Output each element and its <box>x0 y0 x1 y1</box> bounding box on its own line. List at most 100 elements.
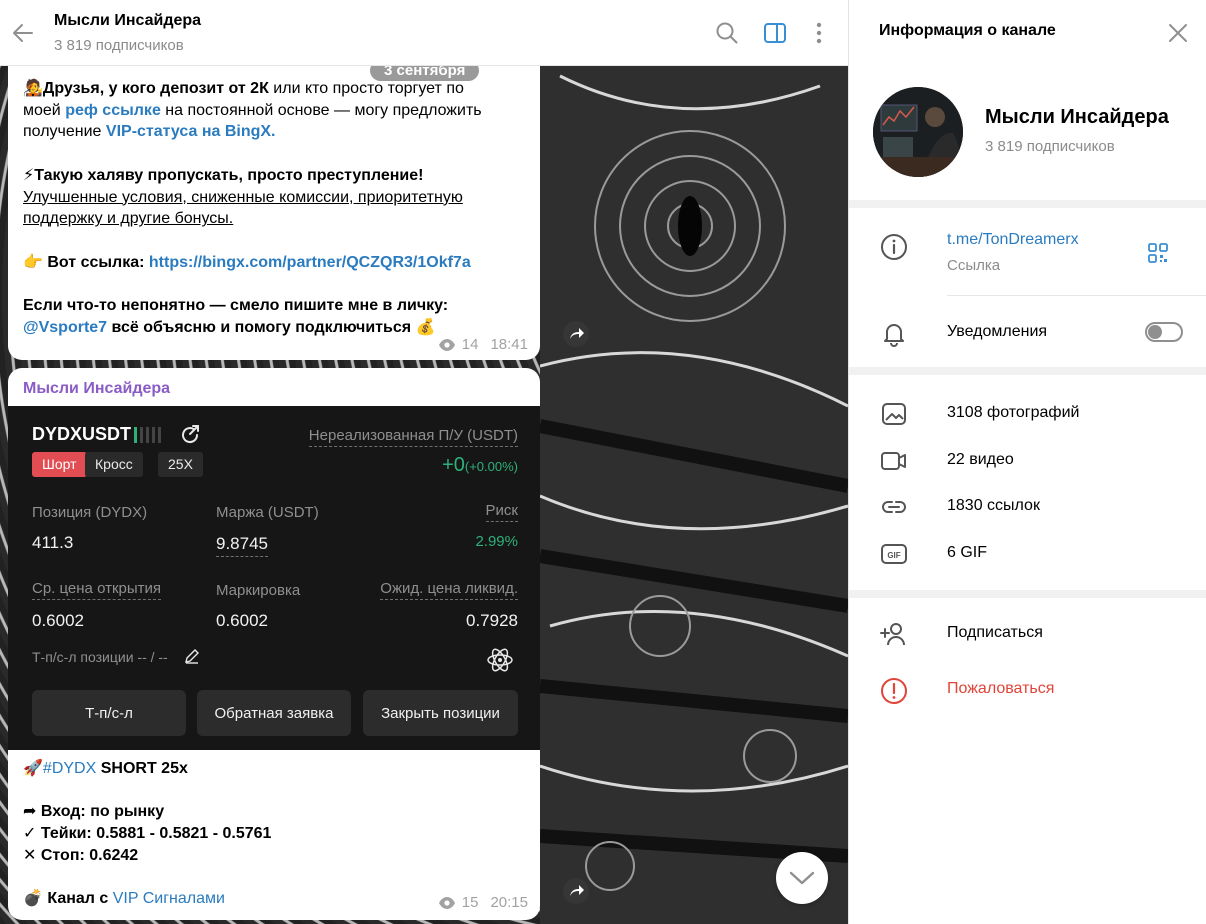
message-text: поддержку и другие бонусы. <box>23 210 234 228</box>
margin-value: 9.8745 <box>216 534 268 557</box>
message-text: моей <box>23 101 66 119</box>
scroll-down-button[interactable] <box>776 852 828 904</box>
pnl-label: Нереализованная П/У (USDT) <box>308 427 518 447</box>
chat-title[interactable]: Мысли Инсайдера <box>54 12 201 30</box>
leverage-tag: 25X <box>158 452 203 477</box>
edit-icon[interactable] <box>184 648 200 664</box>
message-meta: 15 20:15 <box>438 894 528 911</box>
back-arrow-icon[interactable] <box>10 20 36 46</box>
date-pill: 3 сентября <box>370 66 480 81</box>
gif-icon: GIF <box>881 544 907 564</box>
open-price-value: 0.6002 <box>32 611 84 630</box>
hashtag-link[interactable]: #DYDX <box>43 760 96 777</box>
short-tag: Шорт <box>32 452 87 477</box>
message-bubble[interactable]: Мысли Инсайдера 3 сентября 🧑‍🎤Друзья, у … <box>8 66 540 360</box>
risk-label: Риск <box>485 502 518 522</box>
takes-text: Тейки: 0.5881 - 0.5821 - 0.5761 <box>40 825 272 843</box>
tpsl-text: Т-п/с-л позиции -- / -- <box>32 649 168 665</box>
telegram-window: Мысли Инсайдера 3 819 подписчиков 3 сент… <box>0 0 1206 924</box>
photo-icon <box>882 403 906 425</box>
lightning-icon: ⚡ <box>23 166 35 184</box>
bomb-icon: 💣 <box>23 890 43 908</box>
message-text: получение <box>23 123 106 141</box>
links-count[interactable]: 1830 ссылок <box>947 497 1040 515</box>
vip-link[interactable]: VIP-статуса на BingX. <box>106 123 276 140</box>
add-user-icon <box>880 623 905 646</box>
chat-area[interactable]: Мысли Инсайдера 3 сентября 🧑‍🎤Друзья, у … <box>0 66 848 924</box>
risk-value: 2.99% <box>475 533 518 550</box>
mark-price-value: 0.6002 <box>216 611 268 630</box>
share-icon[interactable] <box>179 424 201 446</box>
mark-price-label: Маркировка <box>216 582 301 599</box>
check-circle-icon: ✓ <box>23 825 37 843</box>
info-icon <box>881 234 907 260</box>
message-text: Канал с <box>47 890 113 908</box>
more-vertical-icon[interactable] <box>806 20 832 46</box>
cross-circle-icon: ✕ <box>23 846 37 864</box>
position-label: Позиция (DYDX) <box>32 504 148 521</box>
message-text: или кто просто торгует по <box>268 80 464 97</box>
ref-link[interactable]: реф ссылке <box>65 102 161 119</box>
link-caption: Ссылка <box>947 257 1001 274</box>
message-text: Друзья, у кого депозит от 2К <box>42 80 269 97</box>
cross-tag: Кросс <box>85 452 143 477</box>
divider <box>849 367 1206 375</box>
notifications-toggle[interactable] <box>1145 322 1183 342</box>
video-icon <box>881 452 906 470</box>
liq-price-value: 0.7928 <box>466 611 518 630</box>
trade-screenshot[interactable]: DYDXUSDT Шорт Кросс 25X Нереализованная … <box>8 406 540 750</box>
emoji-icon: 🧑‍🎤 <box>23 80 43 97</box>
forward-icon[interactable] <box>563 321 589 347</box>
message-meta: 14 18:41 <box>438 336 528 353</box>
report-button[interactable]: Пожаловаться <box>947 680 1054 698</box>
tpsl-button[interactable]: Т-п/с-л <box>32 690 186 736</box>
view-count: 15 <box>461 894 479 911</box>
reverse-order-button[interactable]: Обратная заявка <box>197 690 351 736</box>
eye-icon <box>438 338 455 351</box>
sender-name[interactable]: Мысли Инсайдера <box>23 66 170 74</box>
subscribe-button[interactable]: Подписаться <box>947 624 1043 642</box>
channel-link[interactable]: t.me/TonDreamerx <box>947 231 1079 249</box>
gifs-count[interactable]: 6 GIF <box>947 544 987 562</box>
channel-info-panel: Информация о канале Мысли Инсайдера 3 81… <box>848 0 1206 924</box>
message-text: Вот ссылка: <box>47 253 149 271</box>
pnl-value: +0 <box>442 454 465 476</box>
videos-count[interactable]: 22 видео <box>947 451 1014 469</box>
search-icon[interactable] <box>714 20 740 46</box>
pair-name: DYDXUSDT <box>32 424 132 444</box>
close-icon[interactable] <box>1167 22 1189 44</box>
chat-header: Мысли Инсайдера 3 819 подписчиков <box>0 0 848 66</box>
bingx-link[interactable]: https://bingx.com/partner/QCZQR3/1Okf7a <box>149 254 471 271</box>
username-link[interactable]: @Vsporte7 <box>23 319 107 336</box>
chat-subscribers: 3 819 подписчиков <box>54 37 184 54</box>
sidebar-toggle-icon[interactable] <box>762 20 788 46</box>
report-icon <box>881 678 907 704</box>
pointing-hand-icon: 👉 <box>23 253 43 271</box>
link-icon <box>882 501 906 513</box>
photos-count[interactable]: 3108 фотографий <box>947 404 1079 422</box>
svg-text:GIF: GIF <box>887 551 900 560</box>
avatar-image <box>873 87 963 177</box>
open-price-label: Ср. цена открытия <box>32 580 162 600</box>
message-text: на постоянной основе — могу предложить <box>160 101 482 119</box>
eye-icon <box>438 896 455 909</box>
money-bag-icon: 💰 <box>415 318 436 336</box>
divider <box>947 295 1206 296</box>
message-time: 20:15 <box>490 894 528 911</box>
money-wallpaper <box>540 66 848 924</box>
close-positions-button[interactable]: Закрыть позиции <box>363 690 518 736</box>
qr-code-icon[interactable] <box>1147 242 1169 264</box>
message-bubble[interactable]: Мысли Инсайдера DYDXUSDT Шорт Кросс 25X … <box>8 368 540 920</box>
panel-title: Информация о канале <box>879 22 1056 39</box>
sender-name[interactable]: Мысли Инсайдера <box>23 380 170 398</box>
rocket-icon: 🚀 <box>23 760 43 777</box>
stop-text: Стоп: 0.6242 <box>40 846 139 864</box>
forward-icon[interactable] <box>563 878 589 904</box>
entry-text: Вход: по рынку <box>40 803 165 821</box>
liq-price-label: Ожид. цена ликвид. <box>380 580 518 600</box>
vip-channel-link[interactable]: VIP Сигналами <box>113 890 225 907</box>
atom-icon[interactable] <box>486 646 514 674</box>
channel-avatar[interactable] <box>873 87 963 177</box>
message-time: 18:41 <box>490 336 528 353</box>
share-arrow-icon: ➦ <box>23 803 37 821</box>
